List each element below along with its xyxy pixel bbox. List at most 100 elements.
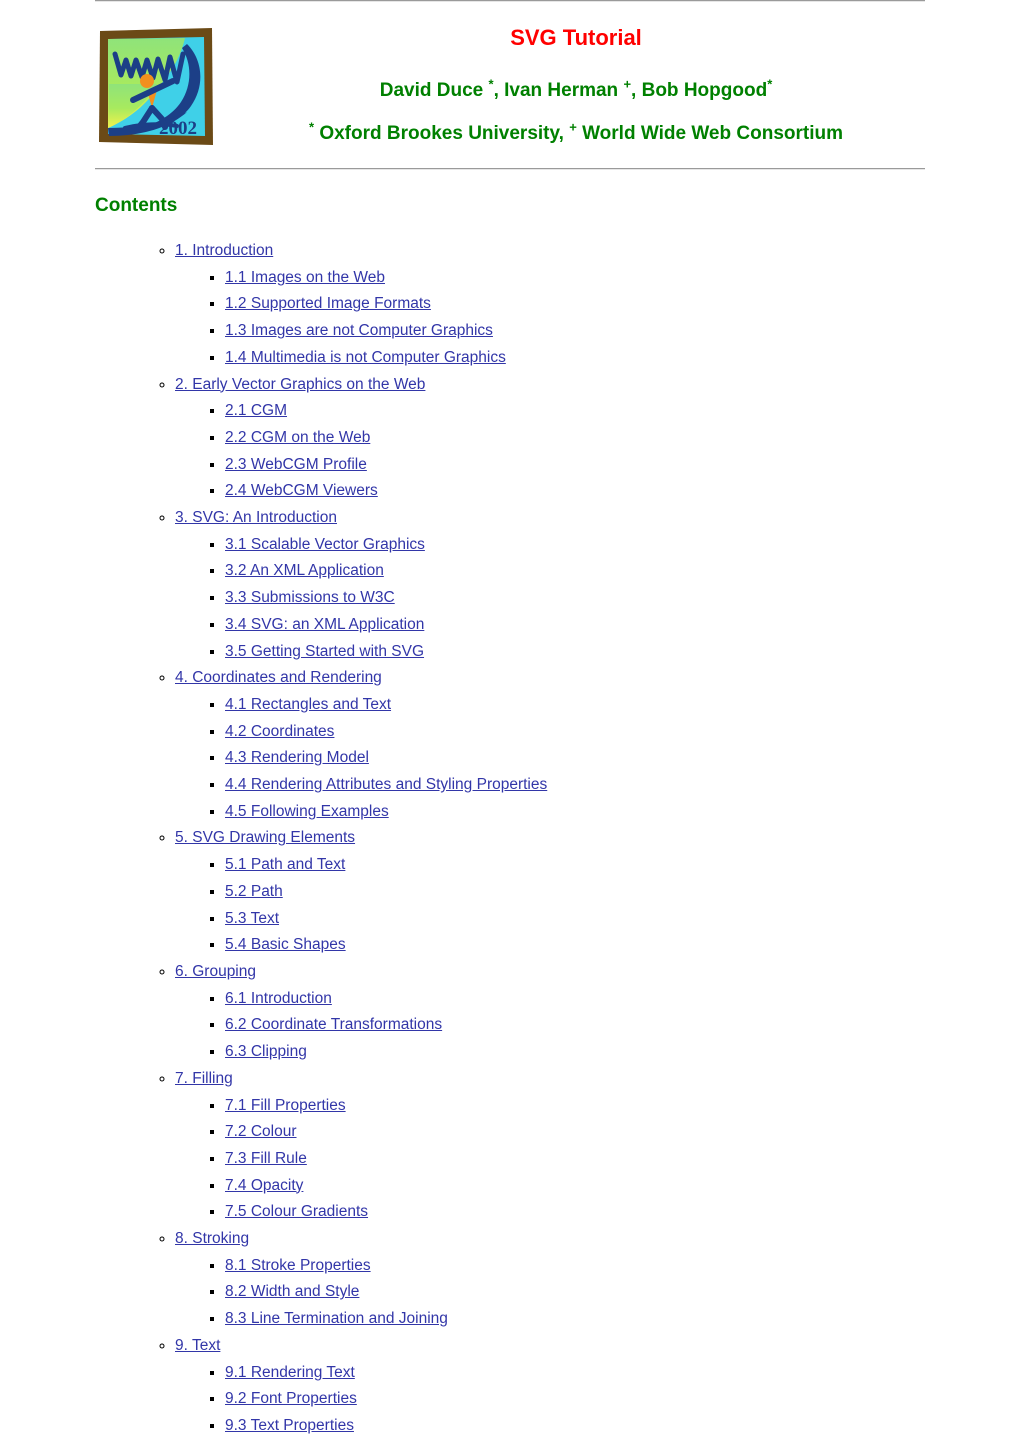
toc-subsection-link[interactable]: 3.1 Scalable Vector Graphics [225,536,425,553]
author-bob-hopgood-footnote-mark: * [767,76,773,92]
toc-subsection: 7.5 Colour Gradients [225,1201,925,1228]
toc-subsection-link[interactable]: 5.3 Text [225,910,279,927]
toc-section-link[interactable]: 3. SVG: An Introduction [175,509,337,526]
author-line: David Duce * , Ivan Herman +, Bob Hopgood… [227,52,925,104]
toc-subsection-link[interactable]: 2.2 CGM on the Web [225,429,370,446]
document-header: 2002 SVG Tutorial David Duce * , Ivan Her… [95,2,925,168]
toc-subsection-list: 6.1 Introduction 6.2 Coordinate Transform… [175,988,925,1068]
toc-section-link[interactable]: 5. SVG Drawing Elements [175,829,355,846]
toc-subsection-list: 3.1 Scalable Vector Graphics 3.2 An XML A… [175,534,925,668]
toc-subsection: 1.4 Multimedia is not Computer Graphics [225,347,925,374]
toc-subsection-link[interactable]: 5.2 Path [225,883,283,900]
toc-subsection: 8.3 Line Termination and Joining [225,1308,925,1335]
toc-subsection: 7.2 Colour [225,1121,925,1148]
toc-subsection: 2.4 WebCGM Viewers [225,480,925,507]
toc-subsection: 3.2 An XML Application [225,560,925,587]
toc-subsection-link[interactable]: 7.2 Colour [225,1123,297,1140]
toc-subsection: 4.4 Rendering Attributes and Styling Pro… [225,774,925,801]
toc-subsection-link[interactable]: 2.1 CGM [225,402,287,419]
toc-subsection-link[interactable]: 8.3 Line Termination and Joining [225,1310,448,1327]
toc-subsection-link[interactable]: 4.2 Coordinates [225,723,334,740]
toc-subsection-link[interactable]: 7.1 Fill Properties [225,1097,346,1114]
toc-section: 6. Grouping 6.1 Introduction 6.2 Coordinat… [175,961,925,1068]
toc-subsection: 9.1 Rendering Text [225,1362,925,1389]
toc-subsection: 4.5 Following Examples [225,801,925,828]
toc-subsection-link[interactable]: 6.1 Introduction [225,990,332,1007]
toc-subsection-link[interactable]: 7.3 Fill Rule [225,1150,307,1167]
toc-subsection-link[interactable]: 4.5 Following Examples [225,803,389,820]
author-david-duce: David Duce [379,80,489,101]
author-ivan-herman: , Ivan Herman [493,80,624,101]
toc-section: 8. Stroking 8.1 Stroke Properties 8.2 Widt… [175,1228,925,1335]
toc-subsection-list: 4.1 Rectangles and Text 4.2 Coordinates 4.… [175,694,925,828]
toc-subsection-link[interactable]: 4.3 Rendering Model [225,749,369,766]
toc-subsection: 7.4 Opacity [225,1175,925,1202]
toc-subsection-link[interactable]: 4.4 Rendering Attributes and Styling Pro… [225,776,547,793]
affiliation-w3c-mark: + [569,119,577,135]
toc-section-link[interactable]: 4. Coordinates and Rendering [175,669,382,686]
toc-subsection: 5.3 Text [225,908,925,935]
toc-subsection: 2.3 WebCGM Profile [225,454,925,481]
toc-subsection-link[interactable]: 3.4 SVG: an XML Application [225,616,424,633]
page-title: SVG Tutorial [510,25,642,50]
toc-subsection: 1.1 Images on the Web [225,267,925,294]
toc-subsection: 6.1 Introduction [225,988,925,1015]
toc-subsection-link[interactable]: 5.4 Basic Shapes [225,936,346,953]
toc-subsection-link[interactable]: 1.4 Multimedia is not Computer Graphics [225,349,506,366]
toc-section: 2. Early Vector Graphics on the Web 2.1 C… [175,374,925,508]
toc-subsection-list: 8.1 Stroke Properties 8.2 Width and Style… [175,1255,925,1335]
title-block: SVG Tutorial David Duce * , Ivan Herman +… [223,20,925,147]
toc-subsection-link[interactable]: 8.2 Width and Style [225,1283,359,1300]
toc-subsection-link[interactable]: 1.3 Images are not Computer Graphics [225,322,493,339]
contents-heading: Contents [95,195,178,216]
toc-subsection-link[interactable]: 9.1 Rendering Text [225,1364,355,1381]
toc-section-link[interactable]: 1. Introduction [175,242,273,259]
toc-subsection: 5.1 Path and Text [225,854,925,881]
toc-subsection-list: 2.1 CGM 2.2 CGM on the Web 2.3 WebCGM Prof… [175,400,925,507]
toc-subsection-link[interactable]: 4.1 Rectangles and Text [225,696,391,713]
toc-subsection: 1.2 Supported Image Formats [225,293,925,320]
toc-subsection-link[interactable]: 7.5 Colour Gradients [225,1203,368,1220]
toc-subsection: 8.2 Width and Style [225,1281,925,1308]
toc-subsection: 4.1 Rectangles and Text [225,694,925,721]
toc-section: 5. SVG Drawing Elements 5.1 Path and Text… [175,827,925,961]
toc-subsection-link[interactable]: 6.2 Coordinate Transformations [225,1016,442,1033]
toc-subsection-link[interactable]: 6.3 Clipping [225,1043,307,1060]
table-of-contents: 1. Introduction 1.1 Images on the Web 1.2 … [95,218,925,1442]
www2002-logo-icon: 2002 [99,28,213,145]
author-ivan-herman-footnote-mark: + [623,76,632,92]
toc-subsection-link[interactable]: 1.1 Images on the Web [225,269,385,286]
toc-subsection-link[interactable]: 1.2 Supported Image Formats [225,295,431,312]
toc-subsection-link[interactable]: 2.3 WebCGM Profile [225,456,367,473]
toc-subsection: 3.1 Scalable Vector Graphics [225,534,925,561]
toc-subsection: 6.3 Clipping [225,1041,925,1068]
toc-subsection-list: 1.1 Images on the Web 1.2 Supported Image… [175,267,925,374]
toc-subsection-link[interactable]: 3.3 Submissions to W3C [225,589,395,606]
toc-section: 4. Coordinates and Rendering 4.1 Rectangl… [175,667,925,827]
toc-subsection-link[interactable]: 3.2 An XML Application [225,562,384,579]
toc-subsection-link[interactable]: 7.4 Opacity [225,1177,303,1194]
affiliation-oxford: Oxford Brookes University, [314,123,570,144]
toc-subsection: 3.3 Submissions to W3C [225,587,925,614]
toc-subsection: 8.1 Stroke Properties [225,1255,925,1282]
toc-subsection-link[interactable]: 3.5 Getting Started with SVG [225,643,424,660]
toc-section-link[interactable]: 8. Stroking [175,1230,249,1247]
toc-subsection-link[interactable]: 8.1 Stroke Properties [225,1257,371,1274]
toc-section-link[interactable]: 9. Text [175,1337,220,1354]
toc-section-link[interactable]: 6. Grouping [175,963,256,980]
toc-subsection: 5.2 Path [225,881,925,908]
toc-subsection-link[interactable]: 9.2 Font Properties [225,1390,357,1407]
toc-section-link[interactable]: 7. Filling [175,1070,233,1087]
toc-section-link[interactable]: 2. Early Vector Graphics on the Web [175,376,425,393]
toc-subsection-link[interactable]: 9.3 Text Properties [225,1417,354,1434]
toc-subsection-list: 7.1 Fill Properties 7.2 Colour 7.3 Fill Ru… [175,1095,925,1229]
logo-year-text: 2002 [159,118,197,139]
toc-subsection: 2.1 CGM [225,400,925,427]
toc-subsection: 9.3 Text Properties [225,1415,925,1442]
toc-subsection-link[interactable]: 2.4 WebCGM Viewers [225,482,378,499]
toc-subsection: 3.5 Getting Started with SVG [225,641,925,668]
toc-subsection-link[interactable]: 5.1 Path and Text [225,856,345,873]
toc-subsection: 2.2 CGM on the Web [225,427,925,454]
toc-subsection-list: 9.1 Rendering Text 9.2 Font Properties 9.3… [175,1362,925,1442]
toc-section: 1. Introduction 1.1 Images on the Web 1.2 … [175,240,925,374]
